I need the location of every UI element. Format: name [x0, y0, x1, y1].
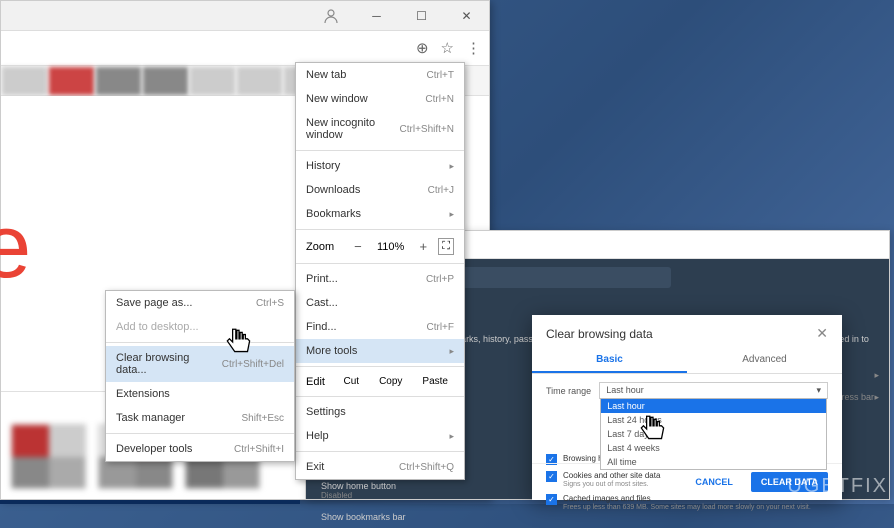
option-last-24-hours[interactable]: Last 24 hours	[601, 413, 826, 427]
time-range-select[interactable]: Last hour▾ Last hour Last 24 hours Last …	[599, 382, 828, 399]
menu-new-window[interactable]: New windowCtrl+N	[296, 87, 464, 111]
submenu-extensions[interactable]: Extensions	[106, 382, 294, 406]
tab-basic[interactable]: Basic	[532, 348, 687, 373]
menu-cast[interactable]: Cast...	[296, 291, 464, 315]
cancel-button[interactable]: CANCEL	[687, 472, 741, 492]
time-range-label: Time range	[546, 386, 591, 396]
submenu-task-manager[interactable]: Task managerShift+Esc	[106, 406, 294, 430]
copy-button[interactable]: Copy	[373, 374, 408, 389]
cut-button[interactable]: Cut	[338, 374, 366, 389]
option-last-4-weeks[interactable]: Last 4 weeks	[601, 441, 826, 455]
menu-bookmarks[interactable]: Bookmarks▸	[296, 202, 464, 226]
watermark: UGETFIX	[787, 475, 888, 498]
google-logo: gle	[0, 196, 26, 299]
menu-print[interactable]: Print...Ctrl+P	[296, 267, 464, 291]
tab-advanced[interactable]: Advanced	[687, 348, 842, 373]
submenu-clear-browsing-data[interactable]: Clear browsing data...Ctrl+Shift+Del	[106, 346, 294, 382]
ntp-tile[interactable]	[11, 424, 86, 489]
fullscreen-button[interactable]: ⛶	[438, 238, 454, 255]
zoom-out-button[interactable]: −	[349, 239, 367, 254]
menu-find[interactable]: Find...Ctrl+F	[296, 315, 464, 339]
menu-help[interactable]: Help▸	[296, 424, 464, 448]
profile-icon[interactable]	[316, 1, 346, 31]
menu-dots-icon[interactable]: ⋮	[466, 39, 481, 57]
menu-new-incognito[interactable]: New incognito windowCtrl+Shift+N	[296, 111, 464, 147]
option-last-7-days[interactable]: Last 7 days	[601, 427, 826, 441]
zoom-value: 110%	[373, 241, 408, 253]
maximize-button[interactable]: ☐	[399, 1, 444, 31]
menu-history[interactable]: History▸	[296, 154, 464, 178]
close-button[interactable]: ✕	[444, 1, 489, 31]
menu-new-tab[interactable]: New tabCtrl+T	[296, 63, 464, 87]
menu-settings[interactable]: Settings	[296, 400, 464, 424]
menu-edit-row: Edit Cut Copy Paste	[296, 370, 464, 393]
option-last-hour[interactable]: Last hour	[601, 399, 826, 413]
time-range-dropdown: Last hour Last 24 hours Last 7 days Last…	[600, 398, 827, 470]
zoom-in-button[interactable]: +	[414, 239, 432, 254]
titlebar: ─ ☐ ✕	[1, 1, 489, 31]
paste-button[interactable]: Paste	[416, 374, 454, 389]
submenu-save-page[interactable]: Save page as...Ctrl+S	[106, 291, 294, 315]
taskbar	[0, 500, 300, 504]
menu-downloads[interactable]: DownloadsCtrl+J	[296, 178, 464, 202]
submenu-add-to-desktop: Add to desktop...	[106, 315, 294, 339]
option-all-time[interactable]: All time	[601, 455, 826, 469]
menu-exit[interactable]: ExitCtrl+Shift+Q	[296, 455, 464, 479]
minimize-button[interactable]: ─	[354, 1, 399, 31]
zoom-icon[interactable]: ⊕	[416, 39, 429, 57]
chrome-main-menu: New tabCtrl+T New windowCtrl+N New incog…	[295, 62, 465, 480]
menu-more-tools[interactable]: More tools▸	[296, 339, 464, 363]
dialog-title: Clear browsing data	[546, 327, 653, 341]
submenu-developer-tools[interactable]: Developer toolsCtrl+Shift+I	[106, 437, 294, 461]
bookmark-star-icon[interactable]: ☆	[441, 39, 454, 57]
clear-browsing-data-dialog: Clear browsing data ✕ Basic Advanced Tim…	[532, 315, 842, 500]
menu-zoom: Zoom − 110% + ⛶	[296, 233, 464, 260]
browser-toolbar: ⊕ ☆ ⋮	[1, 31, 489, 66]
more-tools-submenu: Save page as...Ctrl+S Add to desktop... …	[105, 290, 295, 462]
close-icon[interactable]: ✕	[816, 325, 828, 342]
